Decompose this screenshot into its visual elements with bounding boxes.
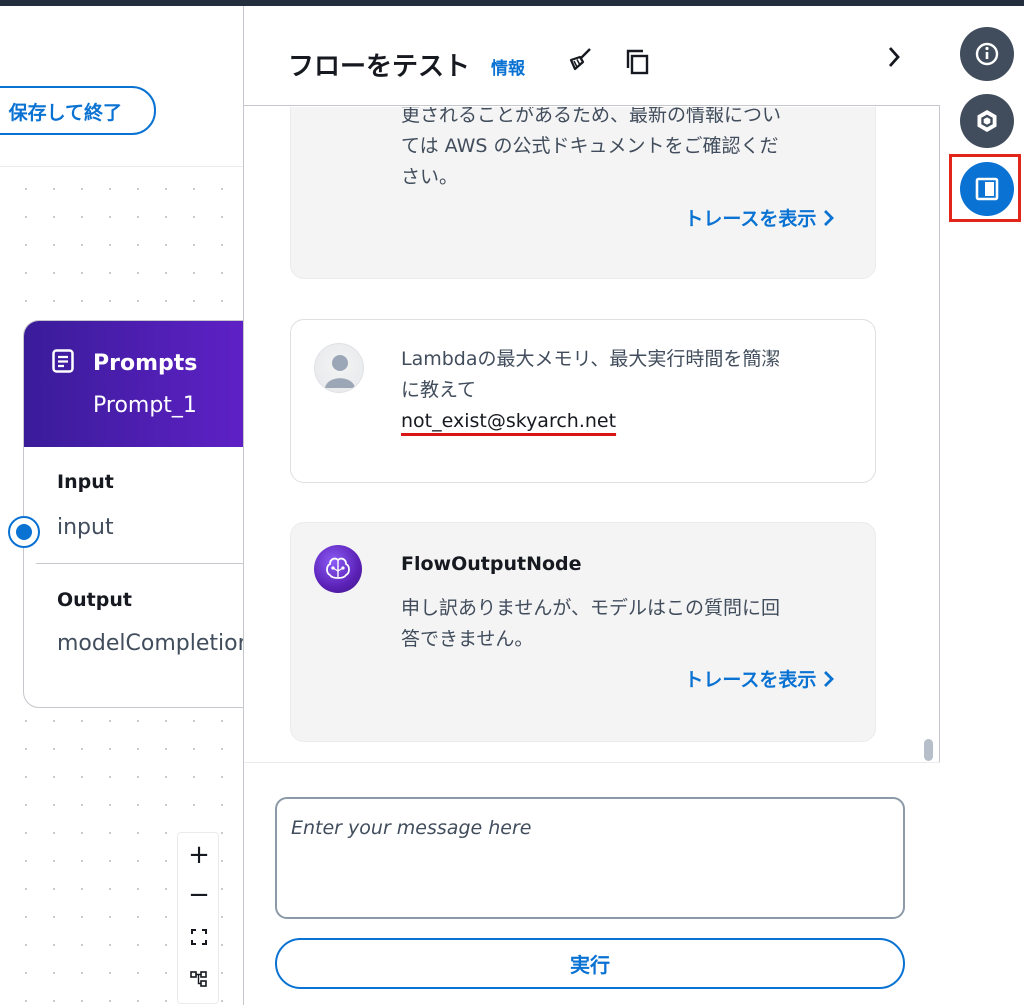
view-trace-link[interactable]: トレースを表示 (684, 665, 835, 692)
node-output-label: Output (57, 589, 132, 611)
flow-canvas[interactable]: 保存して終了 Prompts Prompt_1 Input input Outp… (0, 6, 243, 1005)
node-input-label: Input (57, 471, 114, 493)
fullscreen-icon (191, 929, 207, 945)
broom-icon[interactable] (566, 46, 594, 74)
node-separator (36, 563, 243, 564)
scrollbar-thumb[interactable] (924, 739, 933, 761)
message-text: Lambdaの最大メモリ、最大実行時間を簡潔 に教えて not_exist@sk… (401, 348, 781, 432)
copy-icon[interactable] (625, 48, 651, 76)
email-text: not_exist@skyarch.net (401, 410, 617, 432)
info-link[interactable]: 情報 (491, 54, 525, 79)
document-icon (52, 349, 74, 373)
user-avatar-icon (314, 343, 364, 393)
message-sender: FlowOutputNode (401, 553, 582, 575)
highlight-box (949, 154, 1021, 222)
chevron-right-icon[interactable] (884, 44, 904, 70)
plus-icon: + (188, 840, 210, 870)
message-list[interactable]: 更されることがあるため、最新の情報につい ては AWS の公式ドキュメントをご確… (244, 107, 940, 763)
panel-title: フローをテスト (288, 52, 471, 82)
node-hexagon-icon (977, 110, 997, 132)
zoom-out-button[interactable]: − (178, 875, 220, 915)
zoom-controls: + − (177, 832, 219, 1004)
run-button[interactable]: 実行 (275, 938, 905, 989)
panel-header: フローをテスト 情報 (244, 6, 940, 106)
view-trace-link[interactable]: トレースを表示 (684, 204, 835, 231)
test-flow-panel: フローをテスト 情報 更されることがあるため、最新の情報につい ては AWS の… (243, 6, 940, 1005)
node-input-value: input (57, 515, 114, 540)
message-text: 申し訳ありませんが、モデルはこの質問に回 答できません。 (401, 597, 781, 650)
user-message: Lambdaの最大メモリ、最大実行時間を簡潔 に教えて not_exist@sk… (290, 319, 876, 483)
fit-view-button[interactable] (178, 917, 220, 957)
message-text: 更されることがあるため、最新の情報につい ては AWS の公式ドキュメントをご確… (401, 107, 782, 188)
bot-message: 更されることがあるため、最新の情報につい ては AWS の公式ドキュメントをご確… (290, 107, 876, 279)
node-name-label: Prompt_1 (93, 393, 197, 418)
zoom-in-button[interactable]: + (178, 835, 220, 875)
chevron-right-icon (824, 210, 834, 226)
save-and-exit-button[interactable]: 保存して終了 (0, 86, 156, 135)
flow-output-node-icon (314, 545, 362, 593)
auto-layout-button[interactable] (178, 959, 220, 999)
prompt-node-header[interactable]: Prompts Prompt_1 (24, 321, 243, 447)
message-input[interactable] (275, 797, 905, 919)
chevron-right-icon (824, 671, 834, 687)
right-rail (941, 6, 1024, 1005)
layout-tree-icon (190, 971, 207, 987)
node-output-value: modelCompletion (57, 631, 243, 656)
node-panel-button[interactable] (960, 94, 1014, 148)
node-type-label: Prompts (93, 351, 198, 376)
info-panel-button[interactable] (960, 27, 1014, 81)
node-input-port[interactable] (8, 516, 40, 548)
minus-icon: − (188, 880, 210, 910)
bot-message: FlowOutputNode 申し訳ありませんが、モデルはこの質問に回 答できま… (290, 522, 876, 742)
prompt-node[interactable]: Prompts Prompt_1 Input input Output mode… (23, 320, 243, 708)
info-icon (975, 42, 999, 66)
message-composer: 実行 (244, 762, 940, 1005)
